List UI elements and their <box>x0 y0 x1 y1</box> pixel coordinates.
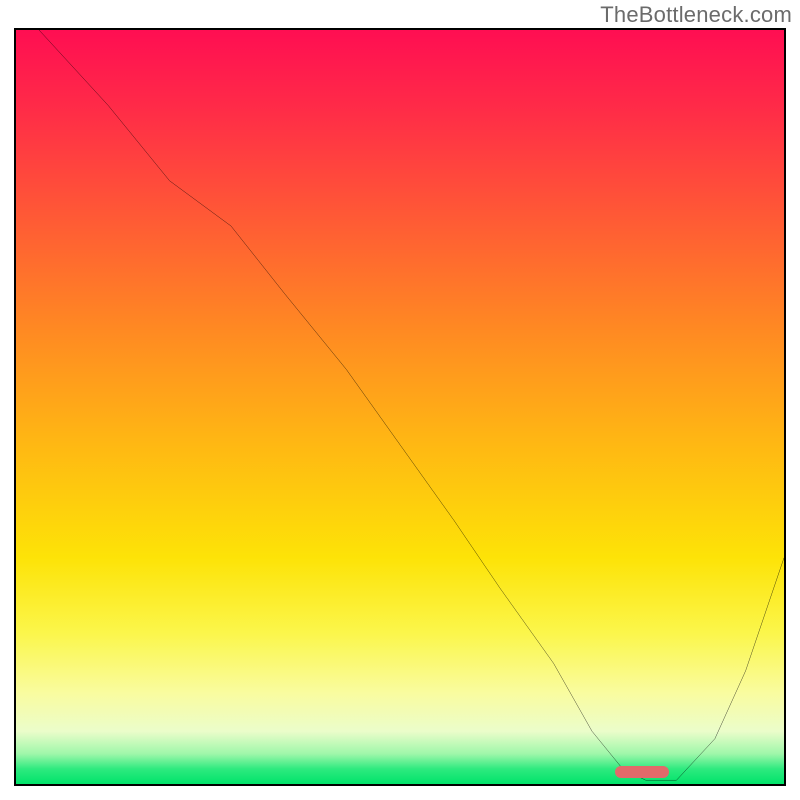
bottleneck-curve <box>16 30 784 784</box>
system-marker <box>615 766 669 778</box>
plot-frame <box>14 28 786 786</box>
watermark-text: TheBottleneck.com <box>600 2 792 28</box>
